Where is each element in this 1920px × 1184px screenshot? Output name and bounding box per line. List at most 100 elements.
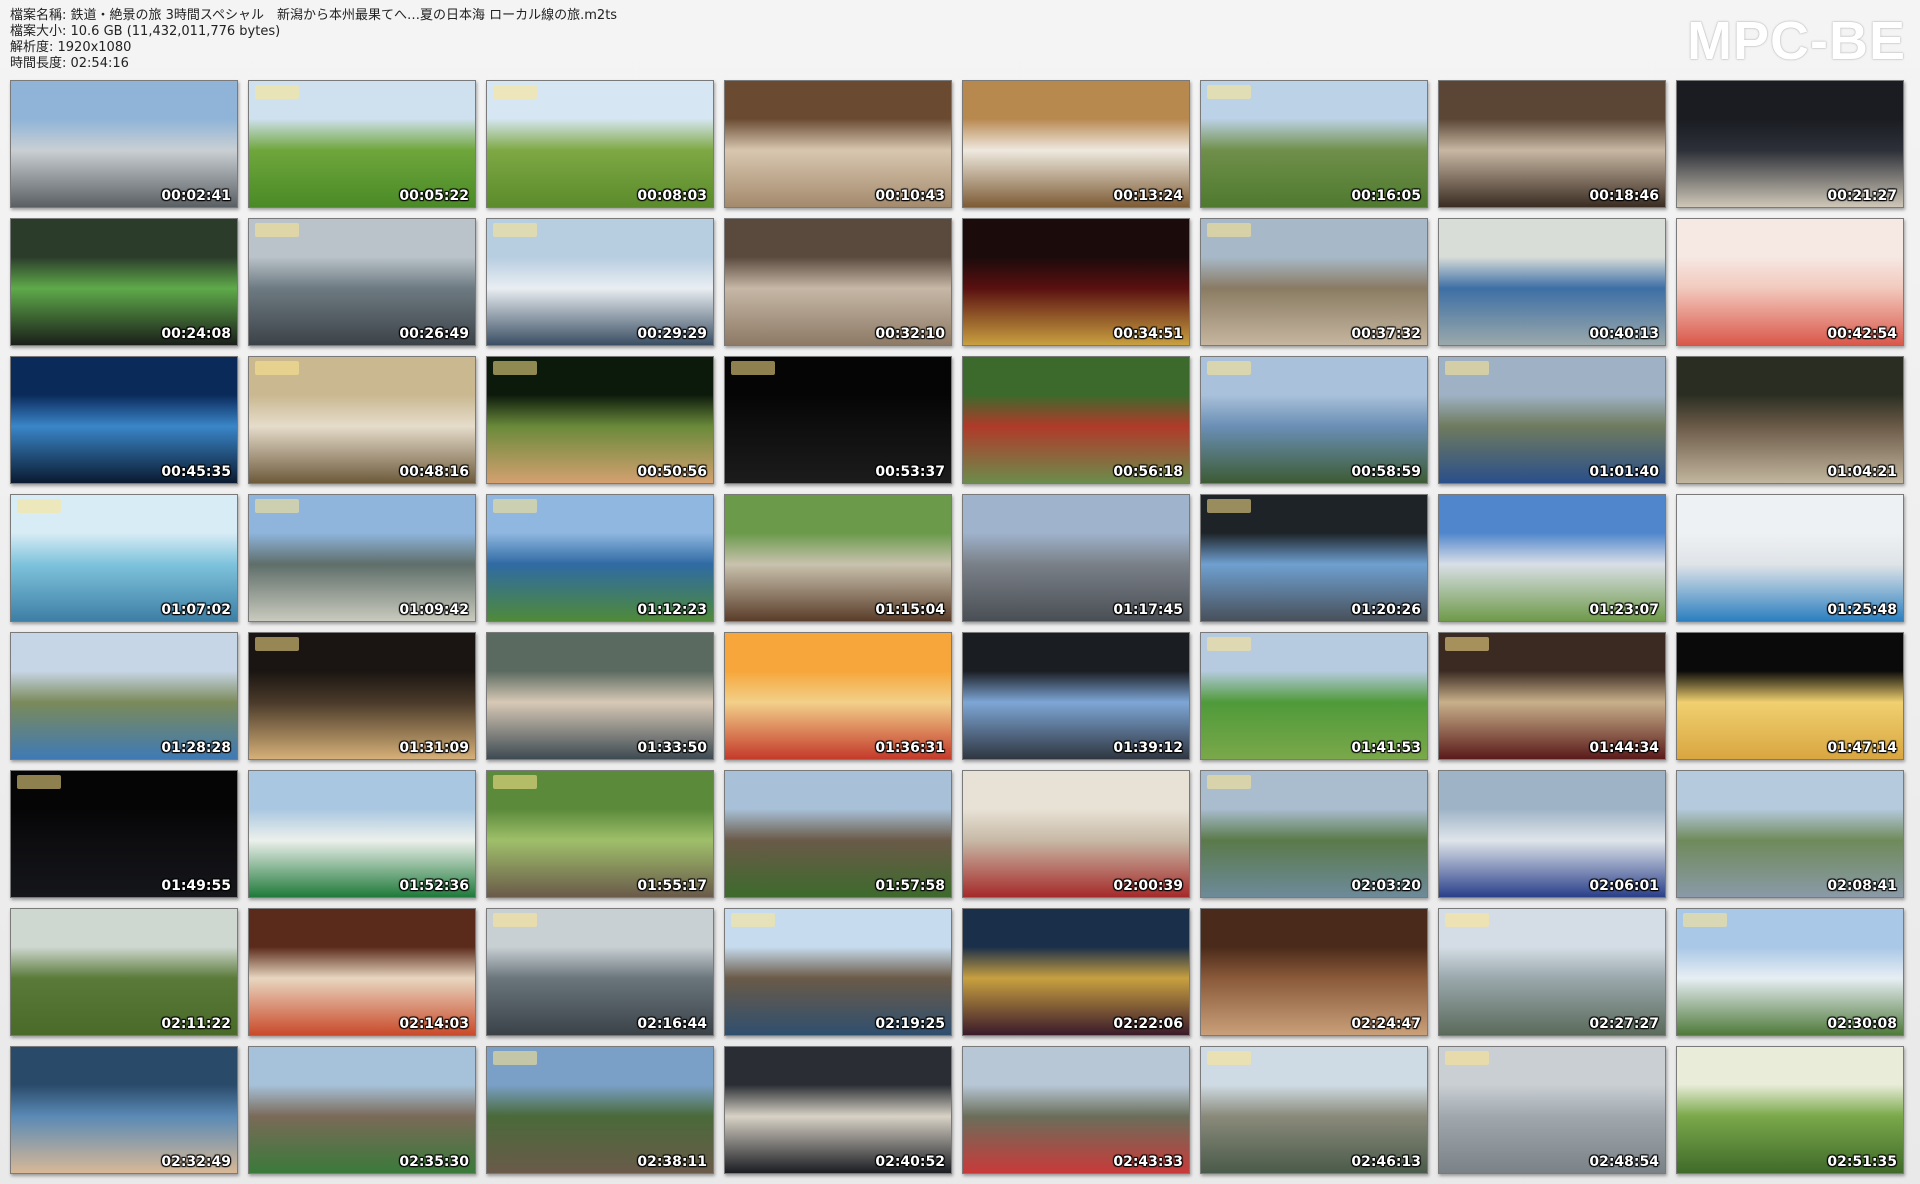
thumbnail-timestamp: 01:44:34 <box>1589 740 1659 756</box>
video-thumbnail[interactable]: 02:00:39 <box>962 770 1190 898</box>
thumbnail-timestamp: 02:38:11 <box>637 1154 707 1170</box>
thumbnail-grid: 00:02:41 00:05:22 00:08:03 00:10:43 00:13:24… <box>10 80 1904 1174</box>
video-thumbnail[interactable]: 02:32:49 <box>10 1046 238 1174</box>
video-thumbnail[interactable]: 01:41:53 <box>1200 632 1428 760</box>
thumbnail-timestamp: 01:52:36 <box>399 878 469 894</box>
thumbnail-timestamp: 01:04:21 <box>1827 464 1897 480</box>
video-thumbnail[interactable]: 02:48:54 <box>1438 1046 1666 1174</box>
video-thumbnail[interactable]: 01:47:14 <box>1676 632 1904 760</box>
video-thumbnail[interactable]: 00:29:29 <box>486 218 714 346</box>
video-thumbnail[interactable]: 01:39:12 <box>962 632 1190 760</box>
thumbnail-timestamp: 00:42:54 <box>1827 326 1897 342</box>
thumbnail-timestamp: 02:16:44 <box>637 1016 707 1032</box>
video-thumbnail[interactable]: 00:37:32 <box>1200 218 1428 346</box>
resolution-line: 解析度: 1920x1080 <box>10 40 132 55</box>
video-thumbnail[interactable]: 00:18:46 <box>1438 80 1666 208</box>
video-thumbnail[interactable]: 01:31:09 <box>248 632 476 760</box>
video-thumbnail[interactable]: 01:17:45 <box>962 494 1190 622</box>
video-thumbnail[interactable]: 01:12:23 <box>486 494 714 622</box>
video-thumbnail[interactable]: 01:04:21 <box>1676 356 1904 484</box>
video-thumbnail[interactable]: 02:19:25 <box>724 908 952 1036</box>
video-thumbnail[interactable]: 00:42:54 <box>1676 218 1904 346</box>
video-thumbnail[interactable]: 02:43:33 <box>962 1046 1190 1174</box>
video-thumbnail[interactable]: 02:22:06 <box>962 908 1190 1036</box>
video-thumbnail[interactable]: 01:52:36 <box>248 770 476 898</box>
video-thumbnail[interactable]: 01:20:26 <box>1200 494 1428 622</box>
video-thumbnail[interactable]: 00:16:05 <box>1200 80 1428 208</box>
video-thumbnail[interactable]: 00:10:43 <box>724 80 952 208</box>
video-thumbnail[interactable]: 01:57:58 <box>724 770 952 898</box>
video-thumbnail[interactable]: 02:08:41 <box>1676 770 1904 898</box>
video-thumbnail[interactable]: 02:03:20 <box>1200 770 1428 898</box>
video-thumbnail[interactable]: 02:14:03 <box>248 908 476 1036</box>
thumbnail-timestamp: 02:46:13 <box>1351 1154 1421 1170</box>
video-thumbnail[interactable]: 01:44:34 <box>1438 632 1666 760</box>
video-thumbnail[interactable]: 00:50:56 <box>486 356 714 484</box>
video-thumbnail[interactable]: 01:49:55 <box>10 770 238 898</box>
thumbnail-timestamp: 02:19:25 <box>875 1016 945 1032</box>
video-thumbnail[interactable]: 00:26:49 <box>248 218 476 346</box>
video-thumbnail[interactable]: 02:40:52 <box>724 1046 952 1174</box>
thumbnail-timestamp: 02:30:08 <box>1827 1016 1897 1032</box>
video-thumbnail[interactable]: 00:45:35 <box>10 356 238 484</box>
video-thumbnail[interactable]: 00:13:24 <box>962 80 1190 208</box>
video-thumbnail[interactable]: 01:01:40 <box>1438 356 1666 484</box>
thumbnail-timestamp: 02:32:49 <box>161 1154 231 1170</box>
video-thumbnail[interactable]: 00:24:08 <box>10 218 238 346</box>
program-logo-icon <box>255 499 299 513</box>
video-thumbnail[interactable]: 02:38:11 <box>486 1046 714 1174</box>
video-thumbnail[interactable]: 02:27:27 <box>1438 908 1666 1036</box>
thumbnail-timestamp: 00:05:22 <box>399 188 469 204</box>
thumbnail-timestamp: 01:41:53 <box>1351 740 1421 756</box>
thumbnail-timestamp: 01:12:23 <box>637 602 707 618</box>
duration-line: 時間長度: 02:54:16 <box>10 56 129 71</box>
thumbnail-timestamp: 02:22:06 <box>1113 1016 1183 1032</box>
program-logo-icon <box>1445 361 1489 375</box>
video-thumbnail[interactable]: 02:16:44 <box>486 908 714 1036</box>
video-thumbnail[interactable]: 00:58:59 <box>1200 356 1428 484</box>
video-thumbnail[interactable]: 02:46:13 <box>1200 1046 1428 1174</box>
video-thumbnail[interactable]: 01:25:48 <box>1676 494 1904 622</box>
program-logo-icon <box>17 775 61 789</box>
video-thumbnail[interactable]: 00:02:41 <box>10 80 238 208</box>
mpc-be-logo: MPC-BE <box>1687 11 1906 71</box>
thumbnail-timestamp: 00:02:41 <box>161 188 231 204</box>
video-thumbnail[interactable]: 00:21:27 <box>1676 80 1904 208</box>
video-thumbnail[interactable]: 01:23:07 <box>1438 494 1666 622</box>
video-thumbnail[interactable]: 00:32:10 <box>724 218 952 346</box>
thumbnail-timestamp: 00:48:16 <box>399 464 469 480</box>
thumbnail-timestamp: 02:03:20 <box>1351 878 1421 894</box>
thumbnail-timestamp: 01:20:26 <box>1351 602 1421 618</box>
video-thumbnail[interactable]: 01:33:50 <box>486 632 714 760</box>
video-thumbnail[interactable]: 00:56:18 <box>962 356 1190 484</box>
video-thumbnail[interactable]: 01:28:28 <box>10 632 238 760</box>
video-thumbnail[interactable]: 01:36:31 <box>724 632 952 760</box>
thumbnail-timestamp: 02:24:47 <box>1351 1016 1421 1032</box>
video-thumbnail[interactable]: 02:06:01 <box>1438 770 1666 898</box>
thumbnail-timestamp: 00:24:08 <box>161 326 231 342</box>
program-logo-icon <box>493 913 537 927</box>
video-thumbnail[interactable]: 00:48:16 <box>248 356 476 484</box>
program-logo-icon <box>255 637 299 651</box>
program-logo-icon <box>493 85 537 99</box>
video-thumbnail[interactable]: 02:35:30 <box>248 1046 476 1174</box>
thumbnail-timestamp: 01:49:55 <box>161 878 231 894</box>
thumbnail-timestamp: 02:06:01 <box>1589 878 1659 894</box>
video-thumbnail[interactable]: 01:15:04 <box>724 494 952 622</box>
video-thumbnail[interactable]: 00:08:03 <box>486 80 714 208</box>
video-thumbnail[interactable]: 01:55:17 <box>486 770 714 898</box>
video-thumbnail[interactable]: 02:51:35 <box>1676 1046 1904 1174</box>
video-thumbnail[interactable]: 00:05:22 <box>248 80 476 208</box>
thumbnail-timestamp: 01:33:50 <box>637 740 707 756</box>
program-logo-icon <box>731 361 775 375</box>
video-thumbnail[interactable]: 00:34:51 <box>962 218 1190 346</box>
thumbnail-timestamp: 02:48:54 <box>1589 1154 1659 1170</box>
video-thumbnail[interactable]: 02:30:08 <box>1676 908 1904 1036</box>
video-thumbnail[interactable]: 02:11:22 <box>10 908 238 1036</box>
video-thumbnail[interactable]: 01:09:42 <box>248 494 476 622</box>
video-thumbnail[interactable]: 02:24:47 <box>1200 908 1428 1036</box>
thumbnail-timestamp: 01:55:17 <box>637 878 707 894</box>
video-thumbnail[interactable]: 00:40:13 <box>1438 218 1666 346</box>
video-thumbnail[interactable]: 01:07:02 <box>10 494 238 622</box>
video-thumbnail[interactable]: 00:53:37 <box>724 356 952 484</box>
